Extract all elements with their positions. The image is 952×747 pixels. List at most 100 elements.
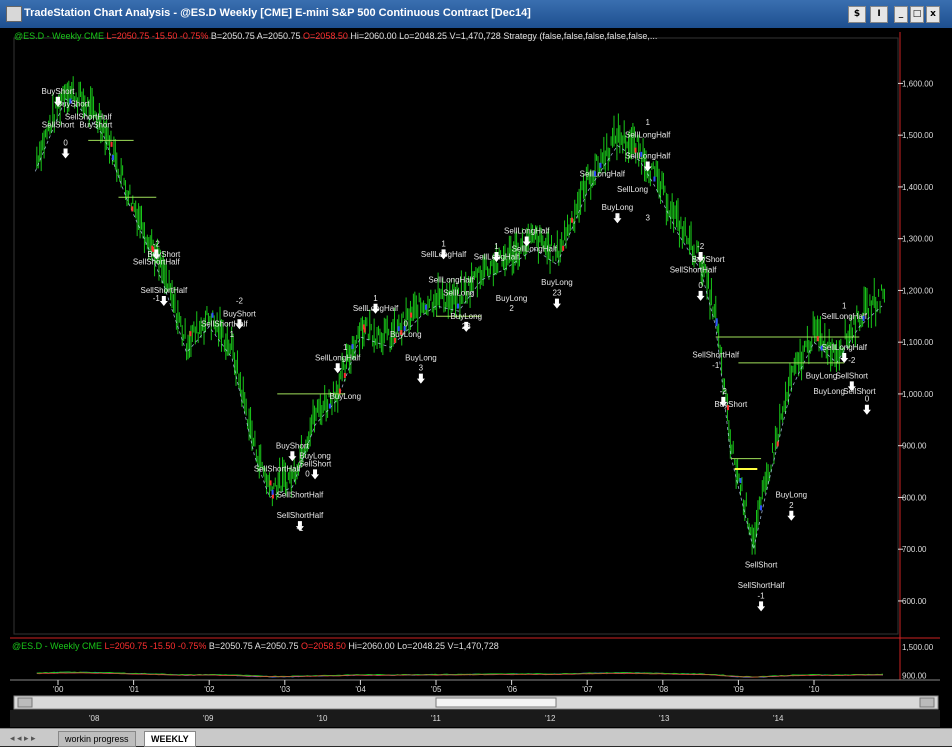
trade-annotation: 2: [615, 214, 620, 223]
order-marker: [424, 304, 427, 310]
price-chart[interactable]: 1,600.00 1,500.00 1,400.00 1,300.00 1,200.00…: [0, 0, 952, 745]
trade-annotation: 23: [553, 289, 562, 298]
order-marker: [351, 344, 354, 350]
trade-annotation: -1: [296, 524, 304, 533]
price-axis-label: 700.00: [902, 545, 927, 554]
order-marker: [363, 327, 366, 333]
trade-annotation: SellShort: [843, 387, 876, 396]
time-axis-label: '10: [809, 685, 820, 694]
order-marker: [759, 505, 762, 511]
order-marker: [653, 176, 656, 182]
trade-annotation: SellLongHalf: [625, 131, 671, 140]
time-axis-label: '08: [658, 685, 669, 694]
trade-arrow-icon: [288, 451, 297, 462]
trade-arrow-icon: [757, 601, 766, 612]
sub-percent-change: -0.75%: [177, 641, 207, 651]
symbol-label: @ES.D - Weekly: [14, 31, 82, 41]
trade-annotation: BuyLong: [496, 294, 528, 303]
trade-annotation: -1: [153, 294, 161, 303]
last-price: L=2050.75: [106, 31, 150, 41]
percent-change: -0.75%: [179, 31, 209, 41]
time-axis-label: '03: [280, 685, 291, 694]
sub-open-price: O=2058.50: [301, 641, 346, 651]
order-marker: [776, 441, 779, 447]
trade-arrow-icon: [787, 510, 796, 521]
trade-annotation: -2: [236, 296, 244, 305]
order-marker: [715, 318, 718, 324]
price-info-bar: @ES.D - Weekly CME L=2050.75 -15.50 -0.7…: [14, 31, 657, 41]
trade-annotation: BuyShort: [276, 441, 310, 450]
low-price: Lo=2048.25: [399, 31, 447, 41]
sub-low-price: Lo=2048.25: [397, 641, 445, 651]
strategy-label: Strategy (false,false,false,false,false,…: [503, 31, 658, 41]
trade-annotation: SellShort: [745, 560, 778, 569]
trade-annotation: BuyShort: [223, 309, 257, 318]
sub-exchange-label: CME: [82, 641, 102, 651]
high-price: Hi=2060.00: [350, 31, 397, 41]
trade-arrow-icon: [416, 373, 425, 384]
trade-annotation: 2: [509, 304, 514, 313]
trade-annotation: SellShortHalf: [133, 258, 180, 267]
order-marker: [110, 141, 113, 147]
trade-annotation: 3: [645, 214, 650, 223]
order-marker: [271, 489, 274, 495]
time-axis-label: '07: [582, 685, 593, 694]
bid-price: B=2050.75: [210, 31, 255, 41]
scroll-right-button[interactable]: [919, 697, 935, 708]
price-axis-label: 900.00: [902, 442, 927, 451]
scroll-left-button[interactable]: [17, 697, 33, 708]
subgraph-info-bar: @ES.D - Weekly CME L=2050.75 -15.50 -0.7…: [12, 641, 499, 651]
trade-annotation: SellShort: [836, 371, 869, 380]
workspace-tab-bar: ◂ ◂ ▸ ▸ workin progress WEEKLY: [0, 728, 952, 747]
price-axis-label: 800.00: [902, 493, 927, 502]
trade-annotation: BuyLong: [405, 353, 437, 362]
price-axis-label: 1,000.00: [902, 390, 934, 399]
sub-high-price: Hi=2060.00: [348, 641, 395, 651]
ask-price: A=2050.75: [256, 31, 301, 41]
trade-annotation: SellLongHalf: [580, 170, 626, 179]
scroll-thumb[interactable]: [435, 697, 557, 708]
price-axis-label: 1,500.00: [902, 131, 934, 140]
trade-annotation: -2: [697, 242, 705, 251]
trade-annotation: SellLong: [617, 185, 648, 194]
tab-nav-arrows[interactable]: ◂ ◂ ▸ ▸: [4, 731, 42, 745]
order-marker: [397, 326, 400, 332]
navigator-axis-label: '11: [431, 714, 441, 723]
trade-annotation: SellLong: [443, 289, 474, 298]
trade-annotation: 2: [789, 501, 794, 510]
trade-annotation: SellShort: [299, 459, 332, 468]
trade-annotation: BuyShort: [57, 100, 91, 109]
trade-annotation: SellLongHalf: [315, 353, 361, 362]
price-axis-label: 1,300.00: [902, 235, 934, 244]
trade-annotation: SellShortHalf: [254, 465, 301, 474]
trade-annotation: -1: [712, 361, 720, 370]
navigator-axis-label: '08: [89, 714, 100, 723]
order-marker: [820, 345, 823, 351]
trade-annotation: 1: [441, 239, 446, 248]
trade-annotation: BuyLong: [450, 312, 482, 321]
trade-annotation: SellLongHalf: [625, 151, 671, 160]
order-marker: [456, 303, 459, 309]
sub-volume: V=1,470,728: [447, 641, 499, 651]
subgraph-series-red: [36, 672, 883, 678]
price-axis-label: 1,100.00: [902, 338, 934, 347]
price-axis-label: 1,400.00: [902, 183, 934, 192]
sub-symbol-label: @ES.D - Weekly: [12, 641, 80, 651]
trade-annotation: 3: [419, 364, 424, 373]
navigator-strip[interactable]: [10, 710, 940, 727]
navigator-axis-label: '10: [317, 714, 328, 723]
trade-annotation: SellLongHalf: [512, 245, 558, 254]
order-marker: [131, 206, 134, 212]
trade-annotation: SellLongHalf: [822, 312, 868, 321]
trade-annotation: 1: [373, 294, 378, 303]
sub-last-price: L=2050.75: [104, 641, 148, 651]
trade-annotation: 1: [494, 242, 499, 251]
order-marker: [562, 245, 565, 251]
navigator-axis-label: '12: [545, 714, 556, 723]
trade-arrow-icon: [552, 298, 561, 309]
trade-arrow-icon: [840, 352, 849, 363]
trade-annotation: -2: [848, 356, 856, 365]
time-axis-label: '06: [507, 685, 518, 694]
order-marker: [593, 171, 596, 177]
trade-annotation: 0: [63, 139, 68, 148]
